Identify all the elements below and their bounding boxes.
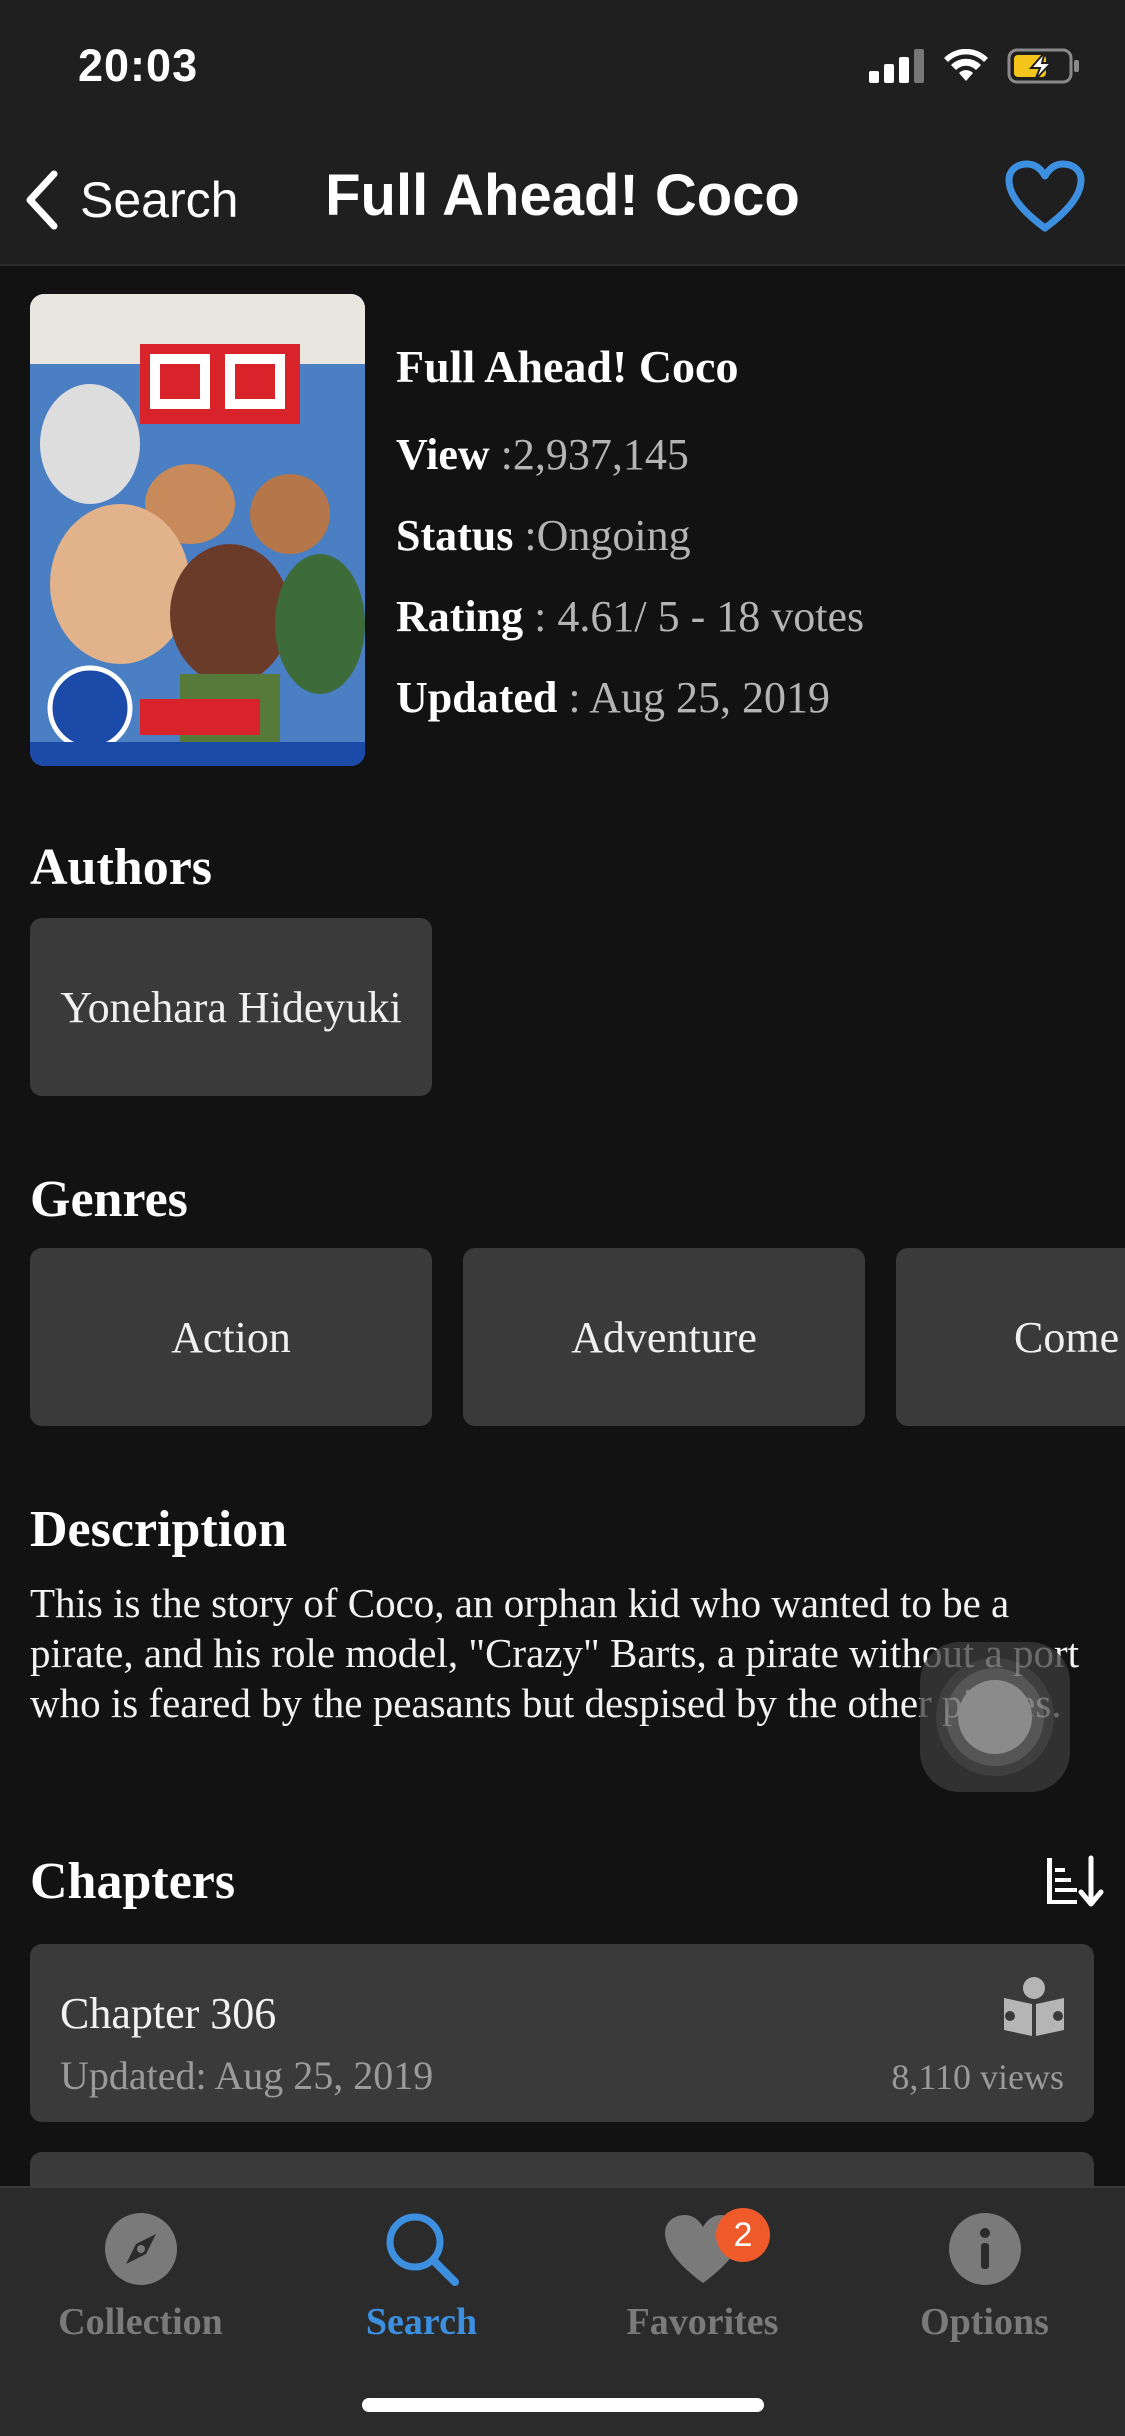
genre-chip-action[interactable]: Action bbox=[30, 1248, 432, 1426]
tab-options[interactable]: Options bbox=[844, 2204, 1125, 2344]
info-icon bbox=[844, 2204, 1125, 2294]
status-icons bbox=[869, 48, 1081, 84]
heart-icon: 2 bbox=[562, 2204, 843, 2294]
status-time: 20:03 bbox=[78, 40, 199, 91]
assistive-touch-button[interactable] bbox=[920, 1642, 1070, 1792]
chapter-views: 8,110 views bbox=[891, 2057, 1064, 2097]
signal-icon bbox=[869, 49, 924, 83]
navigation-bar: Search Full Ahead! Coco bbox=[0, 132, 1125, 266]
open-book-reader-icon bbox=[1002, 1974, 1066, 2043]
tab-search[interactable]: Search bbox=[281, 2204, 562, 2344]
home-indicator bbox=[362, 2398, 764, 2412]
chapter-title: Chapter 306 bbox=[60, 1989, 277, 2038]
tab-label: Collection bbox=[58, 2301, 223, 2343]
manga-title: Full Ahead! Coco bbox=[396, 341, 739, 392]
genres-title: Genres bbox=[30, 1171, 188, 1228]
heart-outline-icon bbox=[1005, 160, 1085, 232]
view-row: View :2,937,145 bbox=[396, 429, 864, 480]
updated-value: : Aug 25, 2019 bbox=[557, 673, 830, 722]
tab-collection[interactable]: Collection bbox=[0, 2204, 281, 2344]
status-label: Status bbox=[396, 511, 514, 560]
manga-info: Full Ahead! Coco View :2,937,145 Status … bbox=[396, 340, 864, 753]
manga-cover-image bbox=[30, 294, 365, 766]
rating-label: Rating bbox=[396, 592, 524, 641]
sort-button[interactable] bbox=[1045, 1854, 1105, 1915]
favorites-badge: 2 bbox=[716, 2208, 770, 2262]
genre-chip-comedy[interactable]: Come bbox=[896, 1248, 1125, 1426]
status-row: Status :Ongoing bbox=[396, 510, 864, 561]
description-title: Description bbox=[30, 1501, 288, 1558]
view-value: :2,937,145 bbox=[489, 430, 689, 479]
authors-title: Authors bbox=[30, 839, 213, 896]
updated-row: Updated : Aug 25, 2019 bbox=[396, 672, 864, 723]
genre-chip-adventure[interactable]: Adventure bbox=[463, 1248, 865, 1426]
author-chip[interactable]: Yonehara Hideyuki bbox=[30, 918, 432, 1096]
status-bar: 20:03 bbox=[0, 0, 1125, 132]
view-label: View bbox=[396, 430, 490, 479]
cover-artwork bbox=[30, 294, 365, 766]
battery-charging-icon bbox=[1007, 48, 1079, 84]
chapter-row[interactable]: Chapter 306 Updated: Aug 25, 2019 8,110 … bbox=[30, 1944, 1094, 2122]
tab-label: Favorites bbox=[626, 2301, 779, 2343]
tab-bar: Collection Search 2 Favorites Options bbox=[0, 2186, 1125, 2436]
tab-label: Options bbox=[920, 2301, 1049, 2343]
updated-label: Updated bbox=[396, 673, 558, 722]
chapter-updated: Updated: Aug 25, 2019 bbox=[60, 2053, 434, 2098]
favorite-button[interactable] bbox=[1005, 160, 1085, 239]
tab-favorites[interactable]: 2 Favorites bbox=[562, 2204, 843, 2344]
tab-label: Search bbox=[365, 2301, 478, 2343]
search-icon bbox=[281, 2204, 562, 2294]
chapters-title: Chapters bbox=[30, 1853, 236, 1910]
wifi-icon bbox=[944, 49, 988, 81]
status-value: :Ongoing bbox=[513, 511, 691, 560]
sort-descending-icon bbox=[1047, 1855, 1104, 1907]
rating-value: : 4.61/ 5 - 18 votes bbox=[523, 592, 865, 641]
compass-icon bbox=[0, 2204, 281, 2294]
assistive-touch-ring bbox=[958, 1680, 1032, 1754]
page-title: Full Ahead! Coco bbox=[325, 163, 800, 228]
rating-row: Rating : 4.61/ 5 - 18 votes bbox=[396, 591, 864, 642]
